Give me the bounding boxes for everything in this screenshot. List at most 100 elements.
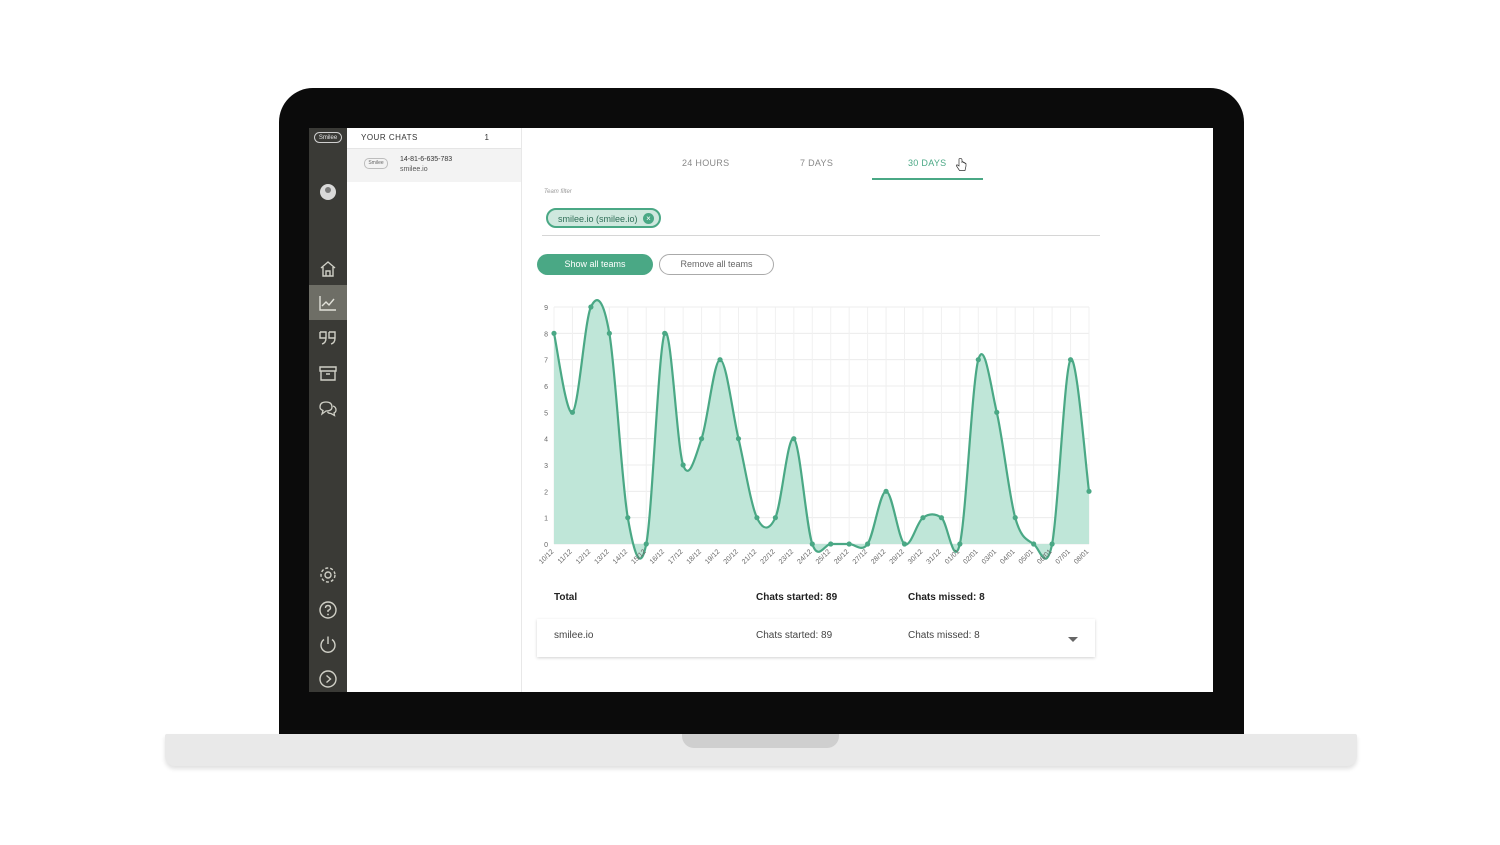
close-icon[interactable]: × bbox=[643, 213, 654, 224]
data-point bbox=[662, 330, 668, 336]
x-tick-label: 07/01 bbox=[1055, 548, 1072, 565]
sidebar-item-logout[interactable] bbox=[318, 634, 338, 654]
data-point bbox=[1012, 515, 1018, 521]
remove-all-teams-button[interactable]: Remove all teams bbox=[659, 254, 774, 275]
data-point bbox=[551, 330, 557, 336]
sidebar-item-settings[interactable] bbox=[318, 565, 338, 585]
hand-cursor-icon bbox=[956, 158, 967, 171]
chats-panel: YOUR CHATS 1 Smilee 14-81-6-635-783 smil… bbox=[347, 128, 522, 692]
x-tick-label: 17/12 bbox=[667, 548, 684, 565]
play-icon bbox=[319, 670, 337, 688]
data-point bbox=[717, 357, 723, 363]
archive-icon bbox=[319, 366, 337, 381]
team-filter-chip[interactable]: smilee.io (smilee.io) × bbox=[546, 208, 661, 228]
sidebar-item-statistics[interactable] bbox=[318, 293, 338, 313]
laptop-notch bbox=[682, 734, 839, 748]
x-tick-label: 04/01 bbox=[999, 548, 1016, 565]
y-tick-label: 1 bbox=[544, 516, 548, 523]
x-tick-label: 20/12 bbox=[723, 548, 740, 565]
chat-bubbles-icon bbox=[319, 401, 337, 417]
data-point bbox=[1067, 357, 1074, 363]
show-all-teams-button[interactable]: Show all teams bbox=[537, 254, 653, 275]
data-point bbox=[957, 541, 963, 547]
sidebar-item-archive[interactable] bbox=[318, 363, 338, 383]
data-point bbox=[1049, 541, 1055, 547]
x-tick-label: 05/01 bbox=[1018, 548, 1035, 565]
chat-site-name: smilee.io bbox=[400, 166, 428, 173]
data-point bbox=[588, 304, 594, 310]
data-point bbox=[606, 330, 612, 336]
y-tick-label: 5 bbox=[544, 410, 548, 417]
y-tick-label: 8 bbox=[544, 331, 548, 338]
series-area bbox=[554, 300, 1089, 559]
data-point bbox=[865, 541, 871, 547]
x-tick-label: 15/12 bbox=[630, 548, 647, 565]
avatar[interactable] bbox=[320, 184, 336, 200]
team-filter-label: Team filter bbox=[544, 189, 572, 195]
x-tick-label: 23/12 bbox=[778, 548, 795, 565]
data-point bbox=[994, 409, 1000, 415]
data-point bbox=[680, 462, 686, 468]
team-chip-label: smilee.io (smilee.io) bbox=[558, 214, 638, 224]
data-point bbox=[1086, 488, 1092, 494]
x-tick-label: 19/12 bbox=[704, 548, 721, 565]
team-row-chats-missed: Chats missed: 8 bbox=[908, 630, 980, 641]
sidebar-rail: Smilee bbox=[309, 128, 347, 692]
x-tick-label: 28/12 bbox=[870, 548, 887, 565]
data-point bbox=[1031, 541, 1037, 547]
filter-underline bbox=[542, 235, 1100, 236]
x-tick-label: 11/12 bbox=[557, 548, 574, 565]
y-tick-label: 9 bbox=[544, 305, 548, 312]
x-tick-label: 16/12 bbox=[649, 548, 666, 565]
chat-list-item[interactable]: Smilee 14-81-6-635-783 smilee.io bbox=[347, 149, 521, 182]
x-tick-label: 31/12 bbox=[925, 548, 942, 565]
chat-site-logo: Smilee bbox=[364, 158, 388, 169]
data-point bbox=[698, 436, 705, 442]
tab-30-days[interactable]: 30 DAYS bbox=[908, 158, 946, 168]
power-icon bbox=[320, 636, 336, 653]
data-point bbox=[625, 515, 631, 521]
sidebar-item-play[interactable] bbox=[318, 669, 338, 689]
summary-chats-started: Chats started: 89 bbox=[756, 592, 838, 603]
x-tick-label: 29/12 bbox=[889, 548, 906, 565]
data-point bbox=[846, 541, 852, 547]
sidebar-item-home[interactable] bbox=[318, 259, 338, 279]
chats-area-chart: 0 1 2 3 4 5 6 7 8 9 10/12 11/12 12/12 13/12 14/12 15/12… bbox=[538, 299, 1092, 566]
x-tick-label: 26/12 bbox=[833, 548, 850, 565]
active-tab-indicator bbox=[872, 178, 983, 180]
sidebar-item-help[interactable] bbox=[318, 600, 338, 620]
data-point bbox=[883, 488, 889, 494]
data-point bbox=[809, 541, 815, 547]
home-icon bbox=[320, 261, 336, 277]
y-tick-label: 0 bbox=[544, 542, 548, 549]
x-tick-label: 01/01 bbox=[944, 548, 961, 565]
x-tick-label: 22/12 bbox=[759, 548, 776, 565]
x-tick-label: 27/12 bbox=[852, 548, 869, 565]
data-point bbox=[920, 515, 926, 521]
brand-logo[interactable]: Smilee bbox=[314, 132, 342, 143]
help-icon bbox=[319, 601, 337, 619]
gear-icon bbox=[320, 567, 336, 583]
expand-chevron-icon[interactable] bbox=[1068, 637, 1078, 642]
summary-total-label: Total bbox=[554, 592, 578, 603]
x-tick-label: 12/12 bbox=[575, 548, 592, 565]
sidebar-item-quotes[interactable] bbox=[318, 328, 338, 348]
data-point bbox=[828, 541, 834, 547]
chats-count-badge: 1 bbox=[484, 133, 489, 142]
data-point bbox=[791, 436, 797, 442]
y-tick-label: 6 bbox=[544, 384, 548, 391]
data-point bbox=[754, 515, 760, 521]
sidebar-item-conversations[interactable] bbox=[318, 398, 338, 418]
summary-chats-missed: Chats missed: 8 bbox=[908, 592, 985, 603]
team-row[interactable]: smilee.io Chats started: 89 Chats missed… bbox=[537, 619, 1095, 657]
x-tick-label: 02/01 bbox=[962, 548, 979, 565]
team-row-chats-started: Chats started: 89 bbox=[756, 630, 833, 641]
x-tick-label: 10/12 bbox=[538, 548, 555, 565]
y-tick-label: 2 bbox=[544, 489, 548, 496]
data-point bbox=[772, 515, 778, 521]
tab-7-days[interactable]: 7 DAYS bbox=[800, 158, 833, 168]
chats-header: YOUR CHATS 1 bbox=[347, 128, 521, 149]
y-tick-label: 4 bbox=[544, 437, 548, 444]
tab-24-hours[interactable]: 24 HOURS bbox=[682, 158, 729, 168]
y-tick-label: 7 bbox=[544, 358, 548, 365]
